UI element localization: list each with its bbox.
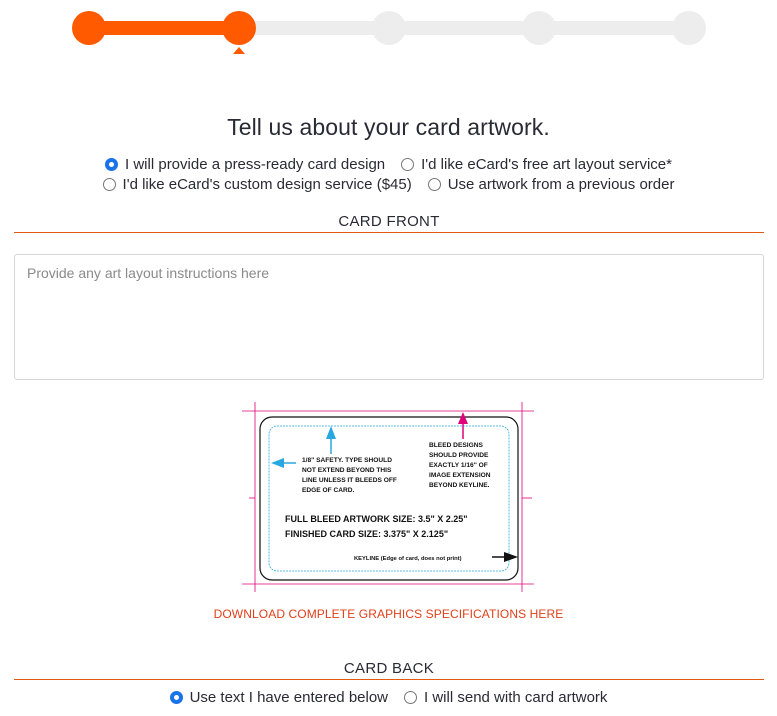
option-use-text-label: Use text I have entered below — [189, 689, 389, 706]
keyline-label: KEYLINE (Edge of card, does not print) — [354, 556, 462, 562]
option-free-layout-label: I'd like eCard's free art layout service… — [421, 156, 672, 173]
progress-stepper — [72, 11, 706, 45]
bleed-note-line-5: BEYOND KEYLINE. — [429, 482, 490, 489]
card-back-title: CARD BACK — [343, 660, 435, 677]
keyline-arrow-icon — [504, 552, 518, 562]
step-4-dot[interactable] — [522, 11, 556, 45]
card-front-divider — [14, 232, 764, 233]
option-press-ready-label: I will provide a press-ready card design — [125, 156, 386, 173]
safety-up-arrow-icon — [326, 426, 336, 439]
safety-left-arrow-icon — [271, 458, 284, 468]
step-5-dot[interactable] — [672, 11, 706, 45]
step-3-dot[interactable] — [372, 11, 406, 45]
radio-press-ready[interactable] — [105, 158, 119, 171]
bleed-arrow-icon — [458, 412, 468, 424]
bleed-note-line-2: SHOULD PROVIDE — [429, 452, 489, 459]
finished-card-size: FINISHED CARD SIZE: 3.375" X 2.125" — [285, 529, 448, 539]
card-front-title: CARD FRONT — [338, 213, 440, 230]
option-press-ready[interactable]: I will provide a press-ready card design — [105, 156, 385, 173]
safety-note-line-2: NOT EXTEND BEYOND THIS — [302, 467, 392, 474]
card-spec-graphic: 1/8" SAFETY. TYPE SHOULD NOT EXTEND BEYO… — [242, 402, 534, 592]
option-use-text[interactable]: Use text I have entered below — [169, 689, 389, 706]
bleed-note: BLEED DESIGNS SHOULD PROVIDE EXACTLY 1/1… — [429, 442, 492, 489]
card-back-divider — [14, 679, 764, 680]
safety-note: 1/8" SAFETY. TYPE SHOULD NOT EXTEND BEYO… — [302, 457, 399, 494]
download-specs-link[interactable]: DOWNLOAD COMPLETE GRAPHICS SPECIFICATION… — [0, 607, 777, 621]
radio-use-text[interactable] — [169, 691, 183, 704]
artwork-options-row-1: I will provide a press-ready card design… — [0, 156, 777, 173]
card-back-options: Use text I have entered below I will sen… — [0, 689, 777, 706]
radio-previous-order[interactable] — [427, 178, 441, 191]
full-bleed-size: FULL BLEED ARTWORK SIZE: 3.5" X 2.25" — [285, 514, 468, 524]
radio-send-artwork[interactable] — [404, 691, 418, 704]
safety-note-line-4: EDGE OF CARD. — [302, 487, 355, 494]
safety-note-line-1: 1/8" SAFETY. TYPE SHOULD — [302, 457, 392, 464]
bleed-note-line-3: EXACTLY 1/16" OF — [429, 462, 488, 469]
option-previous-order[interactable]: Use artwork from a previous order — [427, 176, 675, 193]
option-send-artwork-label: I will send with card artwork — [424, 689, 608, 706]
safety-note-line-3: LINE UNLESS IT BLEEDS OFF — [302, 477, 397, 484]
option-free-layout[interactable]: I'd like eCard's free art layout service… — [401, 156, 672, 173]
progress-fill — [88, 21, 238, 35]
radio-custom-design[interactable] — [102, 178, 116, 191]
bleed-note-line-4: IMAGE EXTENSION — [429, 472, 491, 479]
option-previous-order-label: Use artwork from a previous order — [447, 176, 675, 193]
option-custom-design[interactable]: I'd like eCard's custom design service (… — [102, 176, 412, 193]
artwork-options-row-2: I'd like eCard's custom design service (… — [0, 176, 777, 193]
bleed-note-line-1: BLEED DESIGNS — [429, 442, 483, 449]
current-step-indicator — [233, 47, 245, 54]
option-send-artwork[interactable]: I will send with card artwork — [404, 689, 607, 706]
card-spec-diagram: 1/8" SAFETY. TYPE SHOULD NOT EXTEND BEYO… — [242, 402, 534, 592]
page-title: Tell us about your card artwork. — [227, 114, 550, 140]
step-2-dot[interactable] — [222, 11, 256, 45]
radio-free-layout[interactable] — [401, 158, 415, 171]
option-custom-design-label: I'd like eCard's custom design service (… — [122, 176, 412, 193]
step-1-dot[interactable] — [72, 11, 106, 45]
art-instructions-input[interactable] — [14, 254, 764, 380]
